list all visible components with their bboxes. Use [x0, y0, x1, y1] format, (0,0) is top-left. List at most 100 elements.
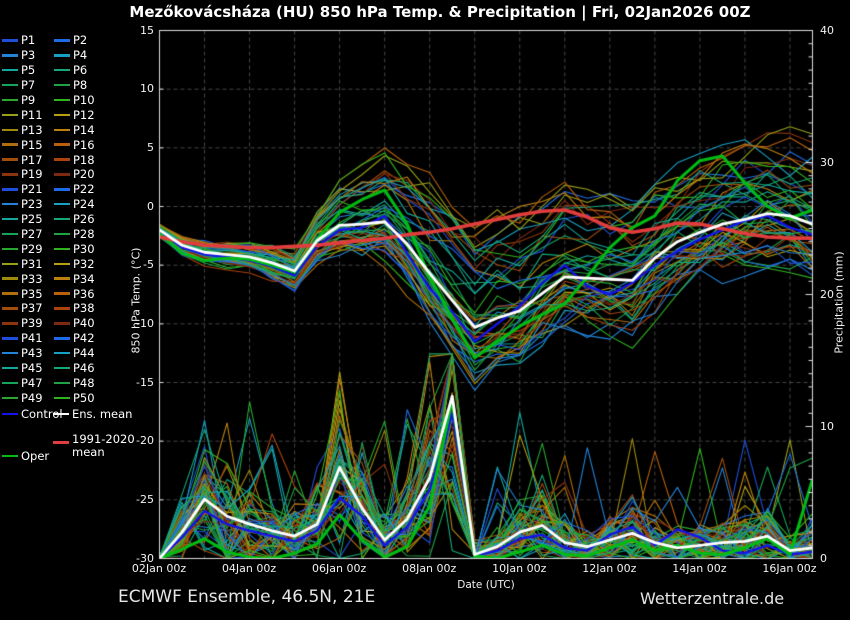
- y-axis-left-title: 850 hPa Temp. (°C): [130, 36, 143, 566]
- member-line-swatch: [54, 114, 70, 117]
- legend-label-member: P46: [73, 361, 95, 375]
- member-line-swatch: [54, 352, 70, 355]
- legend-item-member: P30: [54, 241, 106, 256]
- legend-label-member: P29: [21, 242, 43, 256]
- legend-item-member: P28: [54, 227, 106, 242]
- legend-label-member: P14: [73, 123, 95, 137]
- legend-item-member: P12: [54, 107, 106, 122]
- legend-item-ens-mean: Ens. mean: [53, 407, 132, 421]
- legend-item-member: P50: [54, 390, 106, 405]
- legend-item-member: P29: [2, 241, 54, 256]
- legend-label-member: P23: [21, 197, 43, 211]
- member-line-swatch: [2, 188, 18, 191]
- tick-label: 12Jan 00z: [573, 562, 645, 575]
- legend-item-member: P23: [2, 197, 54, 212]
- watermark-text: Wetterzentrale.de: [640, 589, 784, 608]
- legend-label-member: P40: [73, 316, 95, 330]
- member-line-swatch: [54, 54, 70, 57]
- legend-label-member: P19: [21, 167, 43, 181]
- member-line-swatch: [54, 69, 70, 72]
- member-line-swatch: [2, 69, 18, 72]
- member-line-swatch: [54, 84, 70, 87]
- member-line-swatch: [2, 39, 18, 42]
- member-line-swatch: [2, 218, 18, 221]
- legend-item-member: P24: [54, 197, 106, 212]
- legend-item-member: P41: [2, 331, 54, 346]
- legend-item-member: P5: [2, 63, 54, 78]
- member-line-swatch: [54, 277, 70, 280]
- member-line-swatch: [2, 143, 18, 146]
- legend-label-member: P25: [21, 212, 43, 226]
- tick-label: 40: [820, 24, 834, 37]
- legend-label-ens-mean: Ens. mean: [72, 407, 132, 421]
- legend-item-member: P46: [54, 361, 106, 376]
- member-line-swatch: [54, 307, 70, 310]
- legend-label-member: P36: [73, 287, 95, 301]
- legend-item-member: P40: [54, 316, 106, 331]
- member-line-swatch: [2, 203, 18, 206]
- legend-item-member: P26: [54, 212, 106, 227]
- member-line-swatch: [54, 337, 70, 340]
- tick-label: 10Jan 00z: [483, 562, 555, 575]
- legend-item-member: P16: [54, 137, 106, 152]
- member-line-swatch: [54, 367, 70, 370]
- legend-label-member: P31: [21, 257, 43, 271]
- legend-item-member: P47: [2, 375, 54, 390]
- legend-item-member: P4: [54, 48, 106, 63]
- control-line-swatch: [2, 413, 18, 416]
- legend-item-member: P42: [54, 331, 106, 346]
- legend-label-member: P42: [73, 331, 95, 345]
- climate-mean-line-swatch: [53, 441, 69, 444]
- legend-item-member: P15: [2, 137, 54, 152]
- member-line-swatch: [2, 54, 18, 57]
- legend-item-member: P10: [54, 93, 106, 108]
- member-line-swatch: [2, 84, 18, 87]
- legend-label-member: P48: [73, 376, 95, 390]
- legend-label-member: P28: [73, 227, 95, 241]
- legend-item-member: P25: [2, 212, 54, 227]
- tick-label: 04Jan 00z: [213, 562, 285, 575]
- legend-label-member: P7: [21, 78, 35, 92]
- legend-item-member: P9: [2, 93, 54, 108]
- member-line-swatch: [2, 99, 18, 102]
- tick-label: 16Jan 00z: [753, 562, 825, 575]
- legend-label-member: P12: [73, 108, 95, 122]
- oper-line-swatch: [2, 455, 18, 458]
- legend-label-oper: Oper: [21, 449, 49, 463]
- legend-label-member: P34: [73, 272, 95, 286]
- legend-item-member: P37: [2, 301, 54, 316]
- legend-item-member: P32: [54, 256, 106, 271]
- legend-item-member: P33: [2, 271, 54, 286]
- member-line-swatch: [54, 129, 70, 132]
- member-line-swatch: [2, 307, 18, 310]
- legend-label-member: P10: [73, 93, 95, 107]
- legend-item-member: P7: [2, 78, 54, 93]
- legend-item-member: P35: [2, 286, 54, 301]
- member-line-swatch: [2, 337, 18, 340]
- member-line-swatch: [54, 263, 70, 266]
- legend-label-member: P38: [73, 301, 95, 315]
- legend-label-member: P17: [21, 153, 43, 167]
- x-axis-title: Date (UTC): [425, 579, 547, 591]
- member-line-swatch: [2, 352, 18, 355]
- legend-item-member: P44: [54, 346, 106, 361]
- legend-label-member: P50: [73, 391, 95, 405]
- legend-item-member: P36: [54, 286, 106, 301]
- member-line-swatch: [54, 143, 70, 146]
- legend-label-member: P26: [73, 212, 95, 226]
- legend-label-member: P22: [73, 182, 95, 196]
- y-axis-right-title: Precipitation (mm): [833, 38, 846, 568]
- legend-item-member: P13: [2, 122, 54, 137]
- legend-item-member: P34: [54, 271, 106, 286]
- legend-label-member: P30: [73, 242, 95, 256]
- tick-label: 06Jan 00z: [303, 562, 375, 575]
- member-line-swatch: [2, 382, 18, 385]
- legend-label-member: P24: [73, 197, 95, 211]
- legend-item-member: P18: [54, 152, 106, 167]
- member-line-swatch: [2, 322, 18, 325]
- legend-item-member: P22: [54, 182, 106, 197]
- legend-label-member: P16: [73, 138, 95, 152]
- legend-label-member: P41: [21, 331, 43, 345]
- legend-label-member: P49: [21, 391, 43, 405]
- member-line-swatch: [2, 233, 18, 236]
